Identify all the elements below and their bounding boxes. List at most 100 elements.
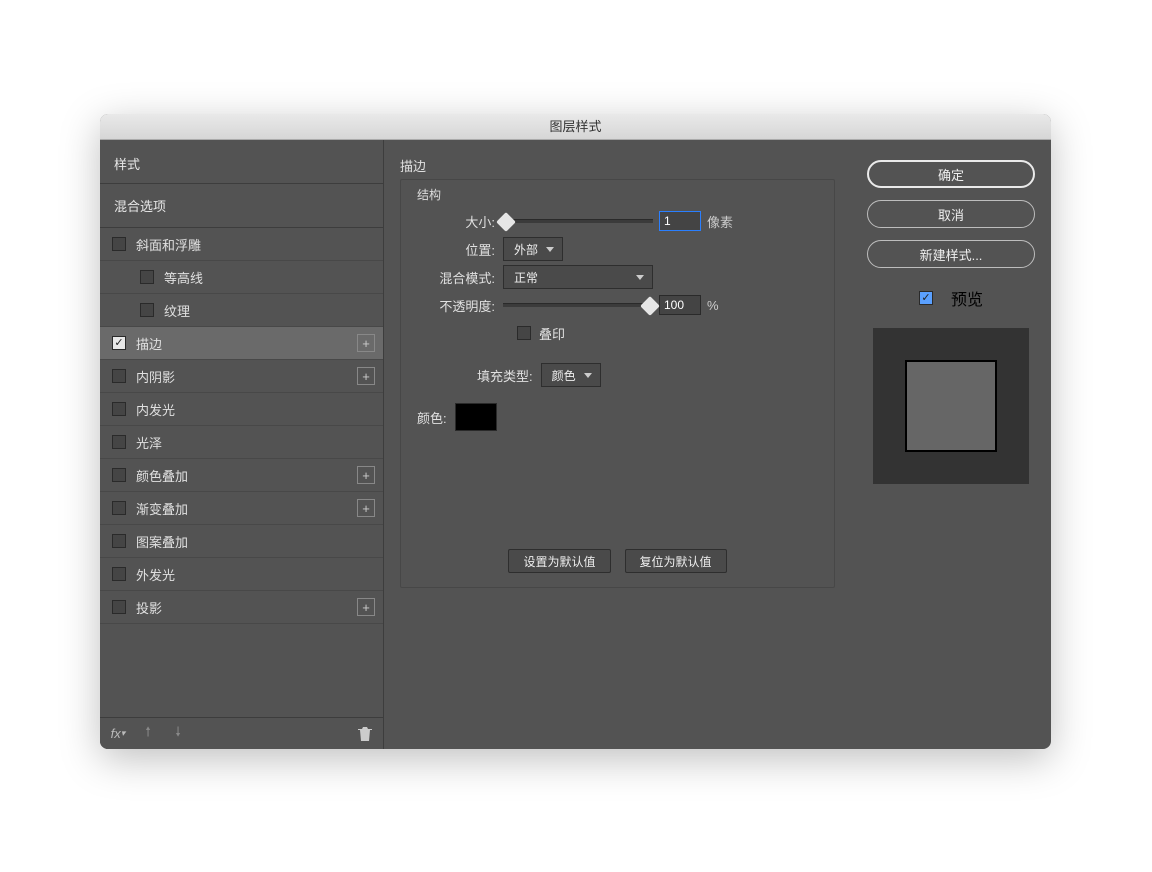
middle-panel: 描边 结构 大小: 像素 位置: 外部 混合模式: 正常 <box>384 140 851 749</box>
structure-group: 结构 大小: 像素 位置: 外部 混合模式: 正常 不透明度: <box>400 179 835 588</box>
size-input[interactable] <box>659 211 701 231</box>
position-value: 外部 <box>514 241 538 258</box>
opacity-input[interactable] <box>659 295 701 315</box>
size-row: 大小: 像素 <box>417 207 818 235</box>
checkbox-icon[interactable] <box>140 303 154 317</box>
style-label: 纹理 <box>164 301 190 320</box>
opacity-slider[interactable] <box>503 303 653 307</box>
slider-thumb-icon[interactable] <box>640 296 660 316</box>
style-list: 斜面和浮雕 等高线 纹理 描边 + 内阴影 + <box>100 228 383 717</box>
dialog-content: 样式 混合选项 斜面和浮雕 等高线 纹理 描边 + <box>100 140 1051 749</box>
layer-style-dialog: 图层样式 样式 混合选项 斜面和浮雕 等高线 纹理 <box>100 114 1051 749</box>
style-label: 颜色叠加 <box>136 466 188 485</box>
style-label: 等高线 <box>164 268 203 287</box>
reset-default-button[interactable]: 复位为默认值 <box>625 549 727 573</box>
preview-row: 预览 <box>919 286 983 310</box>
slider-thumb-icon[interactable] <box>496 212 516 232</box>
blend-label: 混合模式: <box>417 268 495 287</box>
style-row-satin[interactable]: 光泽 <box>100 426 383 459</box>
fx-icon[interactable]: fx▾ <box>110 726 126 742</box>
style-row-stroke[interactable]: 描边 + <box>100 327 383 360</box>
preview-label: 预览 <box>951 286 983 310</box>
fill-value: 颜色 <box>552 367 576 384</box>
checkbox-icon[interactable] <box>112 402 126 416</box>
plus-icon[interactable]: + <box>357 367 375 385</box>
preview-box <box>873 328 1029 484</box>
position-label: 位置: <box>417 240 495 259</box>
style-label: 投影 <box>136 598 162 617</box>
style-row-color-overlay[interactable]: 颜色叠加 + <box>100 459 383 492</box>
style-label: 图案叠加 <box>136 532 188 551</box>
checkbox-icon[interactable] <box>112 501 126 515</box>
style-row-gradient-overlay[interactable]: 渐变叠加 + <box>100 492 383 525</box>
new-style-button[interactable]: 新建样式... <box>867 240 1035 268</box>
checkbox-icon[interactable] <box>112 435 126 449</box>
plus-icon[interactable]: + <box>357 466 375 484</box>
trash-icon[interactable] <box>357 726 373 742</box>
checkbox-icon[interactable] <box>112 534 126 548</box>
blend-mode-dropdown[interactable]: 正常 <box>503 265 653 289</box>
color-swatch[interactable] <box>455 403 497 431</box>
overprint-checkbox[interactable] <box>517 326 531 340</box>
make-default-button[interactable]: 设置为默认值 <box>508 549 610 573</box>
style-row-contour[interactable]: 等高线 <box>100 261 383 294</box>
left-toolbar: fx▾ 🠕 🠗 <box>100 717 383 749</box>
styles-header[interactable]: 样式 <box>100 140 383 184</box>
opacity-label: 不透明度: <box>417 296 495 315</box>
overprint-label: 叠印 <box>539 324 565 343</box>
cancel-button[interactable]: 取消 <box>867 200 1035 228</box>
checkbox-icon[interactable] <box>112 336 126 350</box>
style-label: 渐变叠加 <box>136 499 188 518</box>
blend-options-header[interactable]: 混合选项 <box>100 184 383 228</box>
style-row-bevel[interactable]: 斜面和浮雕 <box>100 228 383 261</box>
plus-icon[interactable]: + <box>357 334 375 352</box>
structure-legend: 结构 <box>417 186 818 203</box>
style-row-drop-shadow[interactable]: 投影 + <box>100 591 383 624</box>
left-panel: 样式 混合选项 斜面和浮雕 等高线 纹理 描边 + <box>100 140 384 749</box>
checkbox-icon[interactable] <box>140 270 154 284</box>
size-slider[interactable] <box>503 219 653 223</box>
style-label: 内发光 <box>136 400 175 419</box>
checkbox-icon[interactable] <box>112 237 126 251</box>
opacity-unit: % <box>707 298 719 313</box>
style-label: 描边 <box>136 334 162 353</box>
ok-button[interactable]: 确定 <box>867 160 1035 188</box>
checkbox-icon[interactable] <box>112 468 126 482</box>
fill-type-label: 填充类型: <box>477 366 533 385</box>
size-unit: 像素 <box>707 212 733 231</box>
style-row-inner-shadow[interactable]: 内阴影 + <box>100 360 383 393</box>
style-label: 内阴影 <box>136 367 175 386</box>
overprint-row: 叠印 <box>417 319 818 347</box>
plus-icon[interactable]: + <box>357 598 375 616</box>
arrow-up-icon[interactable]: 🠕 <box>140 726 156 742</box>
fill-type-row: 填充类型: 颜色 <box>477 363 818 387</box>
arrow-down-icon[interactable]: 🠗 <box>170 726 186 742</box>
blend-value: 正常 <box>514 269 538 286</box>
color-row: 颜色: <box>417 403 818 431</box>
right-panel: 确定 取消 新建样式... 预览 <box>851 140 1051 749</box>
style-label: 外发光 <box>136 565 175 584</box>
checkbox-icon[interactable] <box>112 567 126 581</box>
dialog-titlebar[interactable]: 图层样式 <box>100 114 1051 140</box>
style-label: 光泽 <box>136 433 162 452</box>
dialog-title: 图层样式 <box>549 119 601 134</box>
preview-checkbox[interactable] <box>919 291 933 305</box>
panel-title: 描边 <box>400 156 835 175</box>
style-label: 斜面和浮雕 <box>136 235 201 254</box>
fill-type-dropdown[interactable]: 颜色 <box>541 363 601 387</box>
style-row-outer-glow[interactable]: 外发光 <box>100 558 383 591</box>
style-row-pattern-overlay[interactable]: 图案叠加 <box>100 525 383 558</box>
color-label: 颜色: <box>417 408 447 427</box>
position-dropdown[interactable]: 外部 <box>503 237 563 261</box>
blend-row: 混合模式: 正常 <box>417 263 818 291</box>
checkbox-icon[interactable] <box>112 369 126 383</box>
preview-thumbnail <box>905 360 997 452</box>
checkbox-icon[interactable] <box>112 600 126 614</box>
style-row-texture[interactable]: 纹理 <box>100 294 383 327</box>
defaults-row: 设置为默认值 复位为默认值 <box>417 549 818 573</box>
position-row: 位置: 外部 <box>417 235 818 263</box>
plus-icon[interactable]: + <box>357 499 375 517</box>
opacity-row: 不透明度: % <box>417 291 818 319</box>
size-label: 大小: <box>417 212 495 231</box>
style-row-inner-glow[interactable]: 内发光 <box>100 393 383 426</box>
